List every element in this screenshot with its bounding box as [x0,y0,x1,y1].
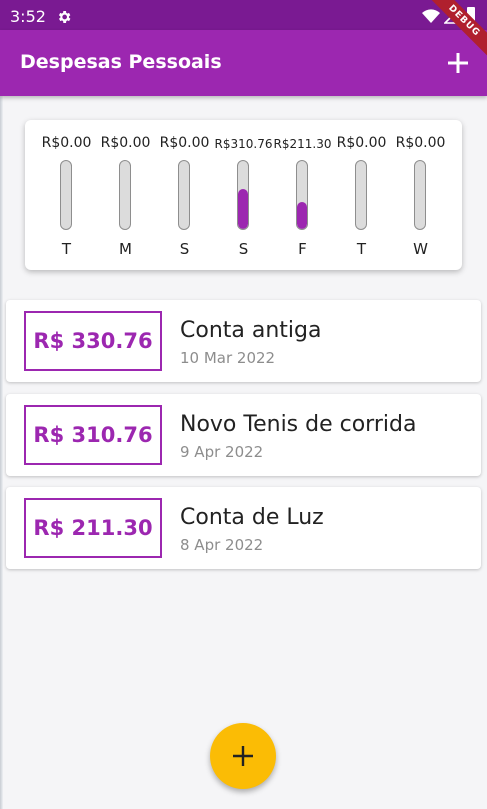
day-amount: R$310.76 [214,137,273,151]
debug-banner: DEBUG [427,0,487,60]
day-bar-track [414,160,426,230]
chart-day: R$211.30 F [273,120,332,270]
app-bar: Despesas Pessoais [0,30,487,96]
transaction-card[interactable]: R$ 330.76 Conta antiga 10 Mar 2022 [6,300,481,382]
app-title: Despesas Pessoais [20,51,222,73]
day-bar-fill [238,188,248,229]
day-label: S [179,240,190,258]
add-transaction-fab[interactable] [210,723,276,789]
transaction-card[interactable]: R$ 211.30 Conta de Luz 8 Apr 2022 [6,487,481,569]
day-label: M [119,240,132,258]
day-bar-track [119,160,131,230]
day-bar-fill [297,201,307,229]
day-amount: R$0.00 [336,135,387,151]
page-edge [0,96,3,809]
debug-label: DEBUG [427,0,487,59]
transaction-value-box: R$ 211.30 [24,498,162,558]
day-bar-track [60,160,72,230]
day-bar-track [237,160,249,230]
status-time: 3:52 [10,7,46,26]
day-bar-track [355,160,367,230]
day-label: W [413,240,428,258]
day-bar-track [178,160,190,230]
day-label: T [356,240,367,258]
day-amount: R$0.00 [395,135,446,151]
day-label: S [238,240,249,258]
chart-day: R$0.00 W [391,120,450,270]
gear-icon [58,11,71,23]
status-bar: 3:52 [0,0,487,30]
chart-day: R$0.00 T [37,120,96,270]
transaction-value: R$ 211.30 [33,516,153,540]
day-amount: R$0.00 [100,135,151,151]
transaction-title: Conta de Luz [180,505,324,530]
transaction-value: R$ 330.76 [33,329,153,353]
transaction-title: Novo Tenis de corrida [180,412,417,437]
transaction-date: 9 Apr 2022 [180,443,264,461]
day-amount: R$211.30 [273,137,332,151]
transaction-title: Conta antiga [180,318,322,343]
transaction-value-box: R$ 310.76 [24,405,162,465]
chart-day: R$310.76 S [214,120,273,270]
chart-day: R$0.00 S [155,120,214,270]
transaction-value-box: R$ 330.76 [24,311,162,371]
transaction-date: 8 Apr 2022 [180,536,264,554]
plus-icon [233,746,253,766]
chart-day: R$0.00 T [332,120,391,270]
transaction-date: 10 Mar 2022 [180,349,276,367]
day-amount: R$0.00 [41,135,92,151]
day-label: F [298,240,307,258]
transaction-value: R$ 310.76 [33,423,153,447]
day-label: T [61,240,72,258]
day-amount: R$0.00 [159,135,210,151]
weekly-chart: R$0.00 T R$0.00 M R$0.00 S R$310.76 S R$… [25,120,462,270]
chart-day: R$0.00 M [96,120,155,270]
day-bar-track [296,160,308,230]
transaction-card[interactable]: R$ 310.76 Novo Tenis de corrida 9 Apr 20… [6,394,481,476]
